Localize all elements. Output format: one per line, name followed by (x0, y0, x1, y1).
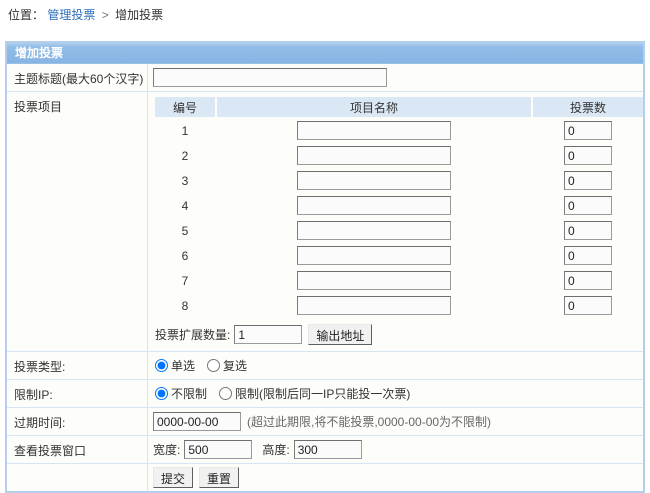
ip-limit-on-label: 限制(限制后同一IP只能投一次票) (235, 385, 410, 402)
vote-type-multi-label: 复选 (223, 357, 247, 374)
vote-item-number: 4 (155, 194, 215, 217)
vote-type-row: 投票类型: 单选 复选 (7, 352, 643, 380)
vote-item-count-input[interactable] (564, 246, 612, 265)
vote-item-name-input[interactable] (297, 271, 451, 290)
vote-item-name-input[interactable] (297, 196, 451, 215)
ip-limit-on-radio[interactable] (219, 387, 232, 400)
column-header-vote-count: 投票数 (533, 97, 643, 117)
vote-item-name-input[interactable] (297, 146, 451, 165)
vote-item-number: 6 (155, 244, 215, 267)
actions-row: 提交 重置 (7, 464, 643, 491)
expand-count-label: 投票扩展数量: (155, 326, 230, 343)
vote-item-name-input[interactable] (297, 121, 451, 140)
vote-window-row: 查看投票窗口 宽度: 高度: (7, 436, 643, 464)
breadcrumb-current: 增加投票 (115, 8, 163, 22)
breadcrumb: 位置： 管理投票 > 增加投票 (0, 0, 650, 22)
vote-item-number: 2 (155, 144, 215, 167)
ip-limit-label: 限制IP: (7, 380, 148, 407)
vote-item-number: 3 (155, 169, 215, 192)
vote-item-name-input[interactable] (297, 246, 451, 265)
panel-title: 增加投票 (7, 43, 643, 64)
vote-item-row: 5 (155, 219, 643, 242)
vote-item-count-input[interactable] (564, 121, 612, 140)
topic-title-label: 主题标题(最大60个汉字) (7, 64, 148, 91)
actions-label-spacer (7, 464, 148, 491)
breadcrumb-link-manage-votes[interactable]: 管理投票 (47, 8, 95, 22)
submit-button[interactable]: 提交 (153, 467, 193, 488)
vote-items-body: 1 2 3 4 (155, 119, 643, 317)
window-width-input[interactable] (184, 440, 252, 459)
vote-item-row: 3 (155, 169, 643, 192)
topic-title-input[interactable] (153, 68, 387, 87)
add-vote-panel: 增加投票 主题标题(最大60个汉字) 投票项目 编号 项目名称 投票数 1 (5, 41, 645, 493)
vote-item-name-input[interactable] (297, 171, 451, 190)
vote-items-label: 投票项目 (7, 92, 148, 351)
vote-item-count-input[interactable] (564, 221, 612, 240)
vote-item-count-input[interactable] (564, 296, 612, 315)
vote-item-number: 7 (155, 269, 215, 292)
vote-item-row: 2 (155, 144, 643, 167)
vote-type-multi-radio[interactable] (207, 359, 220, 372)
vote-type-label: 投票类型: (7, 352, 148, 379)
expire-time-label: 过期时间: (7, 408, 148, 435)
vote-item-name-input[interactable] (297, 221, 451, 240)
expire-time-row: 过期时间: (超过此期限,将不能投票,0000-00-00为不限制) (7, 408, 643, 436)
topic-title-row: 主题标题(最大60个汉字) (7, 64, 643, 92)
expand-count-input[interactable] (234, 325, 302, 344)
vote-item-count-input[interactable] (564, 171, 612, 190)
expire-time-input[interactable] (153, 412, 241, 431)
vote-item-number: 5 (155, 219, 215, 242)
expand-count-line: 投票扩展数量: 输出地址 (155, 324, 645, 345)
column-header-number: 编号 (155, 97, 215, 117)
vote-item-count-input[interactable] (564, 196, 612, 215)
vote-item-count-input[interactable] (564, 146, 612, 165)
ip-limit-row: 限制IP: 不限制 限制(限制后同一IP只能投一次票) (7, 380, 643, 408)
output-address-button[interactable]: 输出地址 (308, 324, 372, 345)
vote-item-name-input[interactable] (297, 296, 451, 315)
vote-type-single-label: 单选 (171, 357, 195, 374)
ip-limit-none-label: 不限制 (171, 385, 207, 402)
vote-item-count-input[interactable] (564, 271, 612, 290)
expire-time-note: (超过此期限,将不能投票,0000-00-00为不限制) (247, 413, 491, 430)
vote-item-number: 8 (155, 294, 215, 317)
vote-items-row: 投票项目 编号 项目名称 投票数 1 2 (7, 92, 643, 352)
vote-item-row: 8 (155, 294, 643, 317)
vote-window-label: 查看投票窗口 (7, 436, 148, 463)
breadcrumb-prefix: 位置： (8, 8, 44, 22)
reset-button[interactable]: 重置 (199, 467, 239, 488)
breadcrumb-separator: > (102, 8, 109, 22)
window-height-label: 高度: (262, 441, 289, 458)
vote-item-row: 1 (155, 119, 643, 142)
window-width-label: 宽度: (153, 441, 180, 458)
ip-limit-none-radio[interactable] (155, 387, 168, 400)
vote-item-number: 1 (155, 119, 215, 142)
column-header-item-name: 项目名称 (217, 97, 531, 117)
vote-items-table: 编号 项目名称 投票数 1 2 (153, 95, 645, 319)
vote-type-single-radio[interactable] (155, 359, 168, 372)
window-height-input[interactable] (294, 440, 362, 459)
vote-item-row: 7 (155, 269, 643, 292)
vote-item-row: 4 (155, 194, 643, 217)
vote-item-row: 6 (155, 244, 643, 267)
